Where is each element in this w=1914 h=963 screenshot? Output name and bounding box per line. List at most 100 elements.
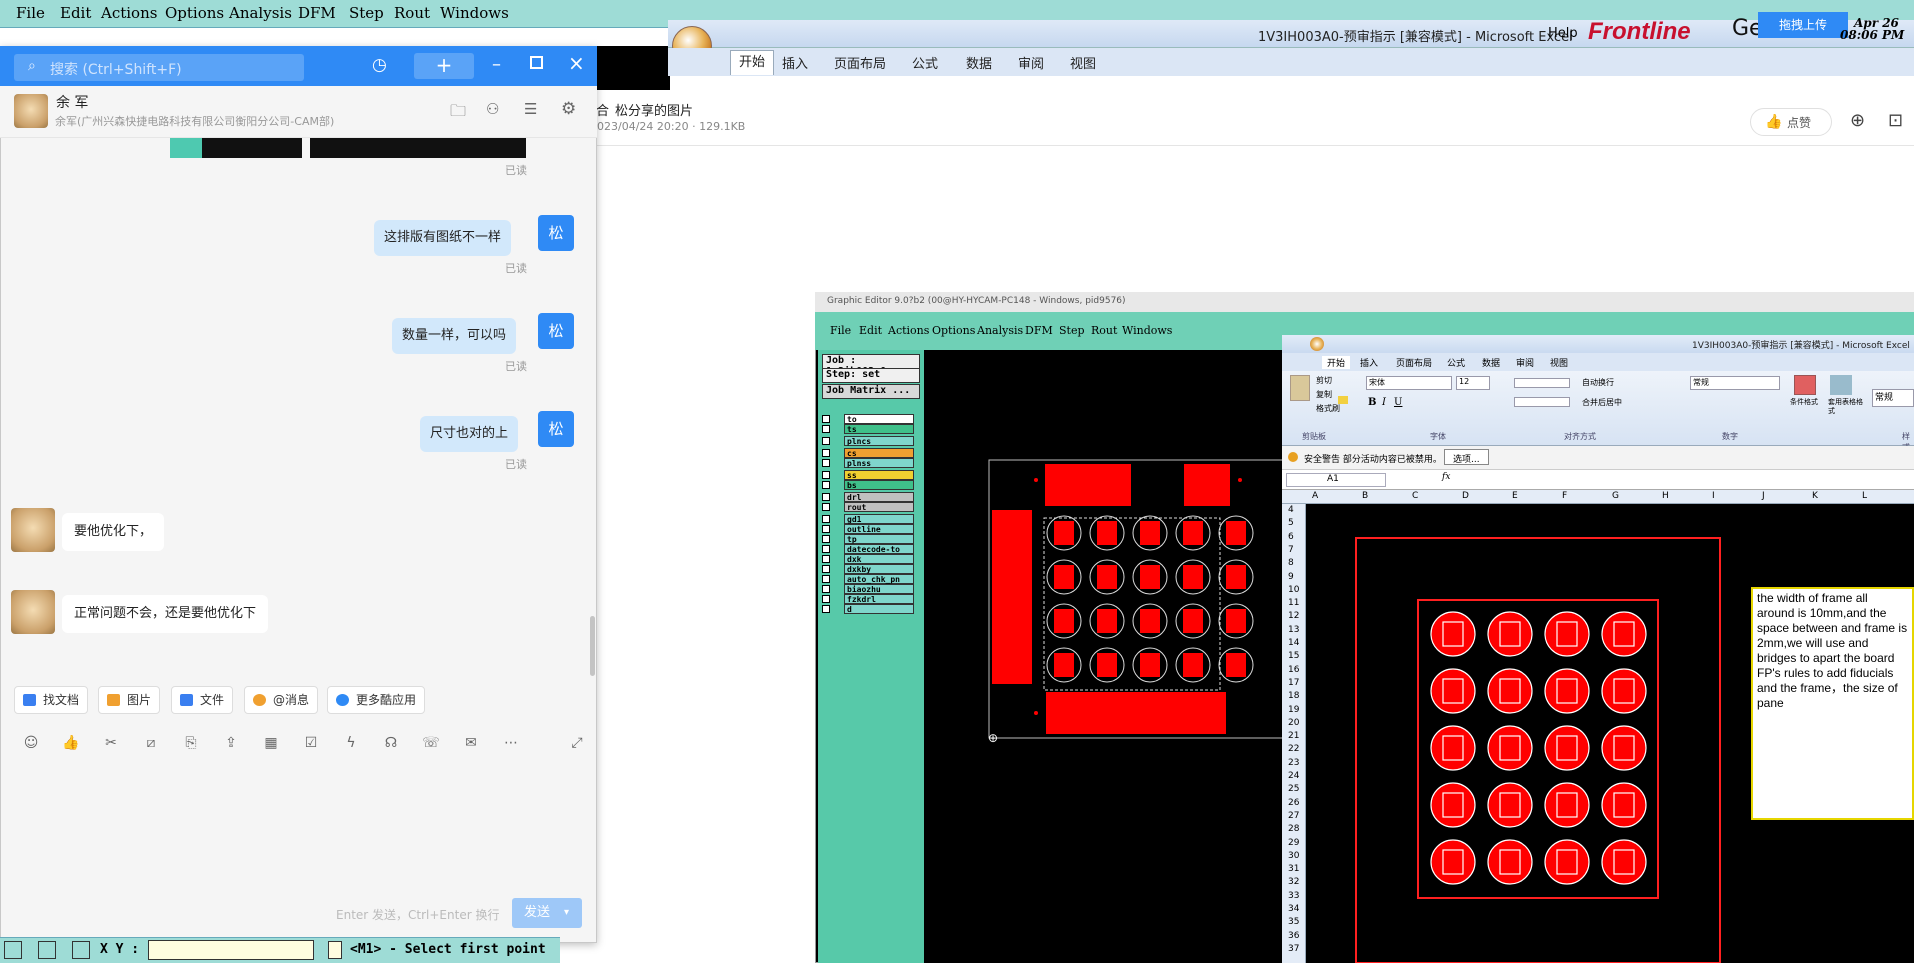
prev-image-thumb-2[interactable]	[202, 138, 302, 158]
cam-menu-edit[interactable]: Edit	[60, 4, 91, 22]
cam-menu-rout[interactable]: Rout	[394, 4, 430, 22]
excel-tab-formulas[interactable]: 公式	[912, 53, 938, 72]
calendar-icon[interactable]: ▦	[260, 732, 282, 754]
add-member-icon[interactable]: ⚇	[486, 100, 499, 118]
message-out-3[interactable]: 尺寸也对的上	[420, 416, 519, 452]
chip-file[interactable]: 文件	[171, 686, 234, 714]
shot-row-header: 6	[1288, 531, 1294, 542]
settings-gear-icon[interactable]: ⚙	[561, 99, 576, 119]
lightning-icon[interactable]: ϟ	[340, 732, 362, 754]
excel-tab-review[interactable]: 审阅	[1018, 53, 1044, 72]
prev-image-thumb[interactable]	[170, 138, 202, 158]
more-icon[interactable]: ⋯	[500, 732, 522, 754]
shot-column-header: L	[1862, 491, 1868, 501]
cam-menu-analysis[interactable]: Analysis	[229, 4, 292, 22]
shot-layer-name: dxkby	[844, 564, 914, 574]
tool-icon-2[interactable]	[38, 941, 56, 959]
my-avatar[interactable]: 松	[538, 215, 574, 251]
excel-tab-data[interactable]: 数据	[966, 53, 992, 72]
cam-menu-dfm[interactable]: DFM	[298, 4, 336, 22]
fullscreen-icon[interactable]: ⊡	[1888, 110, 1903, 131]
chip-find-doc[interactable]: 找文档	[14, 686, 89, 714]
maximize-icon[interactable]	[530, 56, 543, 69]
my-avatar[interactable]: 松	[538, 411, 574, 447]
shot-row-header: 31	[1288, 864, 1300, 875]
history-icon[interactable]: ◷	[372, 55, 387, 75]
phone-icon[interactable]: ☏	[420, 732, 442, 754]
scissors-icon[interactable]: ✂	[100, 732, 122, 754]
cam-menu-windows[interactable]: Windows	[440, 4, 509, 22]
shot-italic-icon: I	[1382, 397, 1386, 408]
chip-image[interactable]: 图片	[98, 686, 161, 714]
upload-button[interactable]: 拖拽上传	[1758, 12, 1848, 38]
read-receipt: 已读	[505, 164, 527, 177]
send-button[interactable]: 发送 ▾	[512, 898, 582, 928]
new-chat-button[interactable]: +	[414, 53, 474, 79]
shot-layer-checkbox	[822, 415, 830, 423]
chat-scrollbar[interactable]	[590, 616, 595, 676]
cad-pad	[1183, 653, 1203, 677]
mail-icon[interactable]: ✉	[460, 732, 482, 754]
shot-layer-row: fzkdrl	[822, 594, 918, 604]
cam-menu-file[interactable]: File	[16, 4, 45, 22]
shot-layer-checkbox	[822, 471, 830, 479]
send-options-chevron-icon[interactable]: ▾	[564, 898, 569, 928]
prev-image-thumb-3[interactable]	[310, 138, 526, 158]
message-in-1[interactable]: 要他优化下，	[62, 513, 165, 551]
shot-layer-checkbox	[822, 585, 830, 593]
search-history-icon[interactable]: ☰	[524, 100, 537, 118]
task-check-icon[interactable]: ☑	[300, 732, 322, 754]
shot-tab-layout: 页面布局	[1396, 359, 1433, 369]
upload-icon[interactable]: ⇪	[220, 732, 242, 754]
close-icon[interactable]: ×	[568, 51, 585, 75]
chat-search-input[interactable]: ⌕ 搜索 (Ctrl+Shift+F)	[14, 54, 304, 81]
cam-menu-actions[interactable]: Actions	[101, 4, 157, 22]
excel-tab-layout[interactable]: 页面布局	[834, 53, 886, 72]
shot-layer-row: outline	[822, 524, 918, 534]
slash-command-icon[interactable]: ⧄	[140, 732, 162, 754]
like-button[interactable]: 👍 点赞	[1750, 108, 1832, 136]
sheet-unit	[1544, 611, 1590, 657]
note-add-icon[interactable]: ⎘	[180, 732, 202, 754]
my-avatar[interactable]: 松	[538, 313, 574, 349]
excel-tab-insert[interactable]: 插入	[782, 53, 808, 72]
folder-icon[interactable]: 🗀	[450, 100, 466, 127]
message-out-2[interactable]: 数量一样，可以吗	[392, 318, 517, 354]
cam-menu-step[interactable]: Step	[349, 4, 384, 22]
xy-input[interactable]	[148, 940, 314, 960]
shot-bold-icon: B	[1368, 397, 1377, 408]
headset-icon[interactable]: ☊	[380, 732, 402, 754]
cad-fiducial	[1034, 478, 1038, 482]
shot-row-header: 10	[1288, 584, 1300, 595]
zoom-in-icon[interactable]: ⊕	[1850, 110, 1865, 131]
chip-mention[interactable]: @消息	[244, 686, 319, 714]
chip-more-apps[interactable]: 更多酷应用	[327, 686, 426, 714]
shot-align-icons	[1514, 378, 1570, 388]
message-out-1[interactable]: 这排版有图纸不一样	[374, 220, 512, 256]
shot-layer-checkbox	[822, 493, 830, 501]
minimize-icon[interactable]: –	[492, 54, 501, 75]
shot-row-header: 36	[1288, 930, 1300, 941]
contact-avatar[interactable]	[14, 94, 48, 128]
contact-name[interactable]: 余 军	[56, 92, 88, 112]
info-icon[interactable]	[328, 941, 342, 959]
chip-image-label: 图片	[127, 693, 152, 707]
contact-message-avatar[interactable]	[11, 590, 55, 634]
tool-icon-3[interactable]	[72, 941, 90, 959]
shot-cond-format: 条件格式	[1790, 398, 1818, 406]
emoji-icon[interactable]: ☺	[20, 732, 42, 754]
cam-menu-options[interactable]: Options	[165, 4, 224, 22]
thumbs-up-icon[interactable]: 👍	[60, 732, 82, 754]
contact-message-avatar[interactable]	[11, 508, 55, 552]
excel-tab-home[interactable]: 开始	[730, 50, 775, 75]
message-in-2[interactable]: 正常问题不会，还是要他优化下	[62, 595, 269, 633]
cam-help[interactable]: Help	[1548, 26, 1578, 41]
sheet-unit	[1487, 839, 1533, 885]
chat-search-placeholder: 搜索 (Ctrl+Shift+F)	[50, 62, 182, 78]
shot-layer-name: ts	[844, 424, 914, 434]
chip-mention-label: @消息	[273, 693, 310, 707]
excel-tab-view[interactable]: 视图	[1070, 53, 1096, 72]
expand-icon[interactable]: ⤢	[566, 732, 588, 754]
shot-row-header: 17	[1288, 677, 1300, 688]
tool-icon-1[interactable]	[4, 941, 22, 959]
